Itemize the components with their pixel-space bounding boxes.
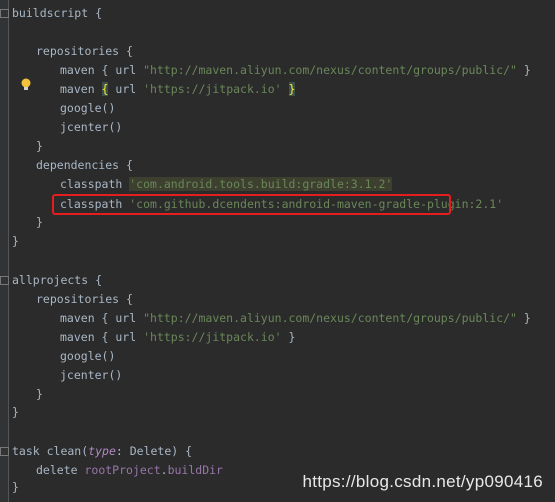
fold-marker-icon[interactable] xyxy=(0,9,9,18)
field-reference: buildDir xyxy=(167,463,223,477)
code-text: repositories { xyxy=(36,44,133,58)
code-text: : Delete) { xyxy=(115,444,193,458)
code-text: url xyxy=(108,82,144,96)
code-text: } xyxy=(36,139,43,153)
fold-marker-icon[interactable] xyxy=(0,276,9,285)
code-line: } xyxy=(12,232,19,251)
lightbulb-icon[interactable] xyxy=(20,78,32,91)
code-text: classpath xyxy=(60,177,130,191)
code-text: maven { url xyxy=(60,63,144,77)
code-line: buildscript { xyxy=(12,4,102,23)
code-line: maven { url 'https://jitpack.io' } xyxy=(60,80,296,99)
code-text: jcenter() xyxy=(60,368,123,382)
code-editor[interactable]: buildscript { repositories { maven { url… xyxy=(0,0,555,502)
code-text: repositories { xyxy=(36,292,133,306)
code-line: maven { url "http://maven.aliyun.com/nex… xyxy=(60,61,531,80)
code-text: } xyxy=(516,311,531,325)
code-text: maven xyxy=(60,82,102,96)
code-line: repositories { xyxy=(36,290,133,309)
code-text: buildscript { xyxy=(12,6,103,20)
code-text: delete xyxy=(36,463,85,477)
code-line: google() xyxy=(60,99,115,118)
code-line: allprojects { xyxy=(12,271,102,290)
code-line: } xyxy=(12,403,19,422)
code-text: } xyxy=(36,215,43,229)
code-line: } xyxy=(36,385,43,404)
code-text: . xyxy=(160,463,168,477)
code-line: maven { url "http://maven.aliyun.com/nex… xyxy=(60,309,531,328)
code-text: task clean( xyxy=(12,444,89,458)
code-text: } xyxy=(516,63,531,77)
code-line: delete rootProject.buildDir xyxy=(36,461,223,480)
code-area[interactable]: buildscript { repositories { maven { url… xyxy=(0,0,555,502)
string-literal: "http://maven.aliyun.com/nexus/content/g… xyxy=(143,311,517,325)
code-line: classpath 'com.android.tools.build:gradl… xyxy=(60,175,393,194)
fold-marker-icon[interactable] xyxy=(0,447,9,456)
highlight-box xyxy=(52,194,451,215)
code-text: } xyxy=(12,234,19,248)
code-line: repositories { xyxy=(36,42,133,61)
string-literal: 'com.android.tools.build:gradle:3.1.2' xyxy=(129,177,393,191)
code-text: } xyxy=(36,387,43,401)
code-text: dependencies { xyxy=(36,158,133,172)
code-text: maven { url xyxy=(60,330,144,344)
watermark: https://blog.csdn.net/yp090416 xyxy=(302,472,543,491)
code-line: google() xyxy=(60,347,115,366)
code-text: google() xyxy=(60,349,116,363)
named-parameter: type xyxy=(88,444,116,458)
code-line: } xyxy=(36,213,43,232)
code-line: jcenter() xyxy=(60,118,122,137)
code-text: } xyxy=(12,405,19,419)
code-text: jcenter() xyxy=(60,120,123,134)
string-literal: "http://maven.aliyun.com/nexus/content/g… xyxy=(143,63,517,77)
code-text: } xyxy=(12,480,19,494)
code-line: dependencies { xyxy=(36,156,133,175)
code-line: maven { url 'https://jitpack.io' } xyxy=(60,328,295,347)
matched-brace: } xyxy=(288,82,296,96)
code-line: task clean(type: Delete) { xyxy=(12,442,192,461)
code-line: } xyxy=(12,478,19,497)
code-text: } xyxy=(281,330,296,344)
code-text: allprojects { xyxy=(12,273,103,287)
code-text: maven { url xyxy=(60,311,144,325)
string-literal: 'https://jitpack.io' xyxy=(143,330,282,344)
string-literal: 'https://jitpack.io' xyxy=(143,82,282,96)
code-line: jcenter() xyxy=(60,366,122,385)
code-line: } xyxy=(36,137,43,156)
field-reference: rootProject xyxy=(84,463,161,477)
code-text: google() xyxy=(60,101,116,115)
